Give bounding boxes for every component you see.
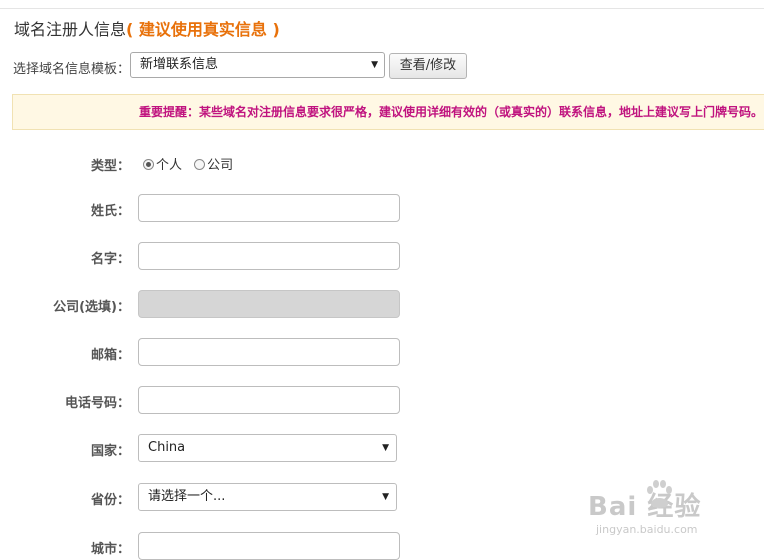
page-title: 域名注册人信息( 建议使用真实信息 ): [14, 16, 280, 40]
email-label: 邮箱：: [90, 348, 130, 363]
city-label: 城市：: [90, 542, 130, 557]
chevron-down-icon: ▼: [371, 60, 378, 70]
important-notice: 重要提醒：某些域名对注册信息要求很严格，建议使用详细有效的（或真实的）联系信息，…: [12, 94, 764, 130]
type-label: 类型：: [90, 159, 130, 174]
phone-input[interactable]: [138, 386, 400, 414]
title-highlight: ( 建议使用真实信息 ): [126, 20, 280, 39]
top-divider: [0, 8, 764, 9]
radio-company[interactable]: [194, 159, 206, 170]
watermark-url: jingyan.baidu.com: [596, 523, 698, 536]
country-select-value: China: [148, 440, 186, 455]
template-select[interactable]: 新增联系信息 ▼: [130, 52, 385, 78]
baidu-watermark: Bai 经验 jingyan.baidu.com: [588, 478, 748, 548]
province-select-value: 请选择一个...: [148, 489, 226, 504]
radio-personal-label[interactable]: 个人: [156, 158, 182, 173]
template-select-value: 新增联系信息: [140, 57, 219, 72]
company-input: [138, 290, 400, 318]
province-label: 省份：: [90, 493, 130, 508]
company-label: 公司(选填)：: [53, 300, 130, 315]
chevron-down-icon: ▼: [382, 492, 389, 502]
radio-company-label[interactable]: 公司: [207, 158, 233, 173]
given-name-label: 名字：: [90, 252, 130, 267]
view-edit-button[interactable]: 查看/修改: [389, 53, 467, 79]
province-select[interactable]: 请选择一个... ▼: [138, 483, 397, 511]
chevron-down-icon: ▼: [382, 443, 389, 453]
title-text: 域名注册人信息: [14, 20, 127, 39]
email-input[interactable]: [138, 338, 400, 366]
type-radio-group: 个人 公司: [143, 154, 241, 173]
surname-label: 姓氏：: [90, 204, 130, 219]
radio-personal[interactable]: [143, 159, 154, 170]
template-label: 选择域名信息模板：: [13, 62, 131, 77]
country-label: 国家：: [90, 444, 130, 459]
given-name-input[interactable]: [138, 242, 400, 270]
city-input[interactable]: [138, 532, 400, 560]
surname-input[interactable]: [138, 194, 400, 222]
country-select[interactable]: China ▼: [138, 434, 397, 462]
paw-icon: [647, 480, 672, 508]
phone-label: 电话号码：: [64, 396, 130, 411]
